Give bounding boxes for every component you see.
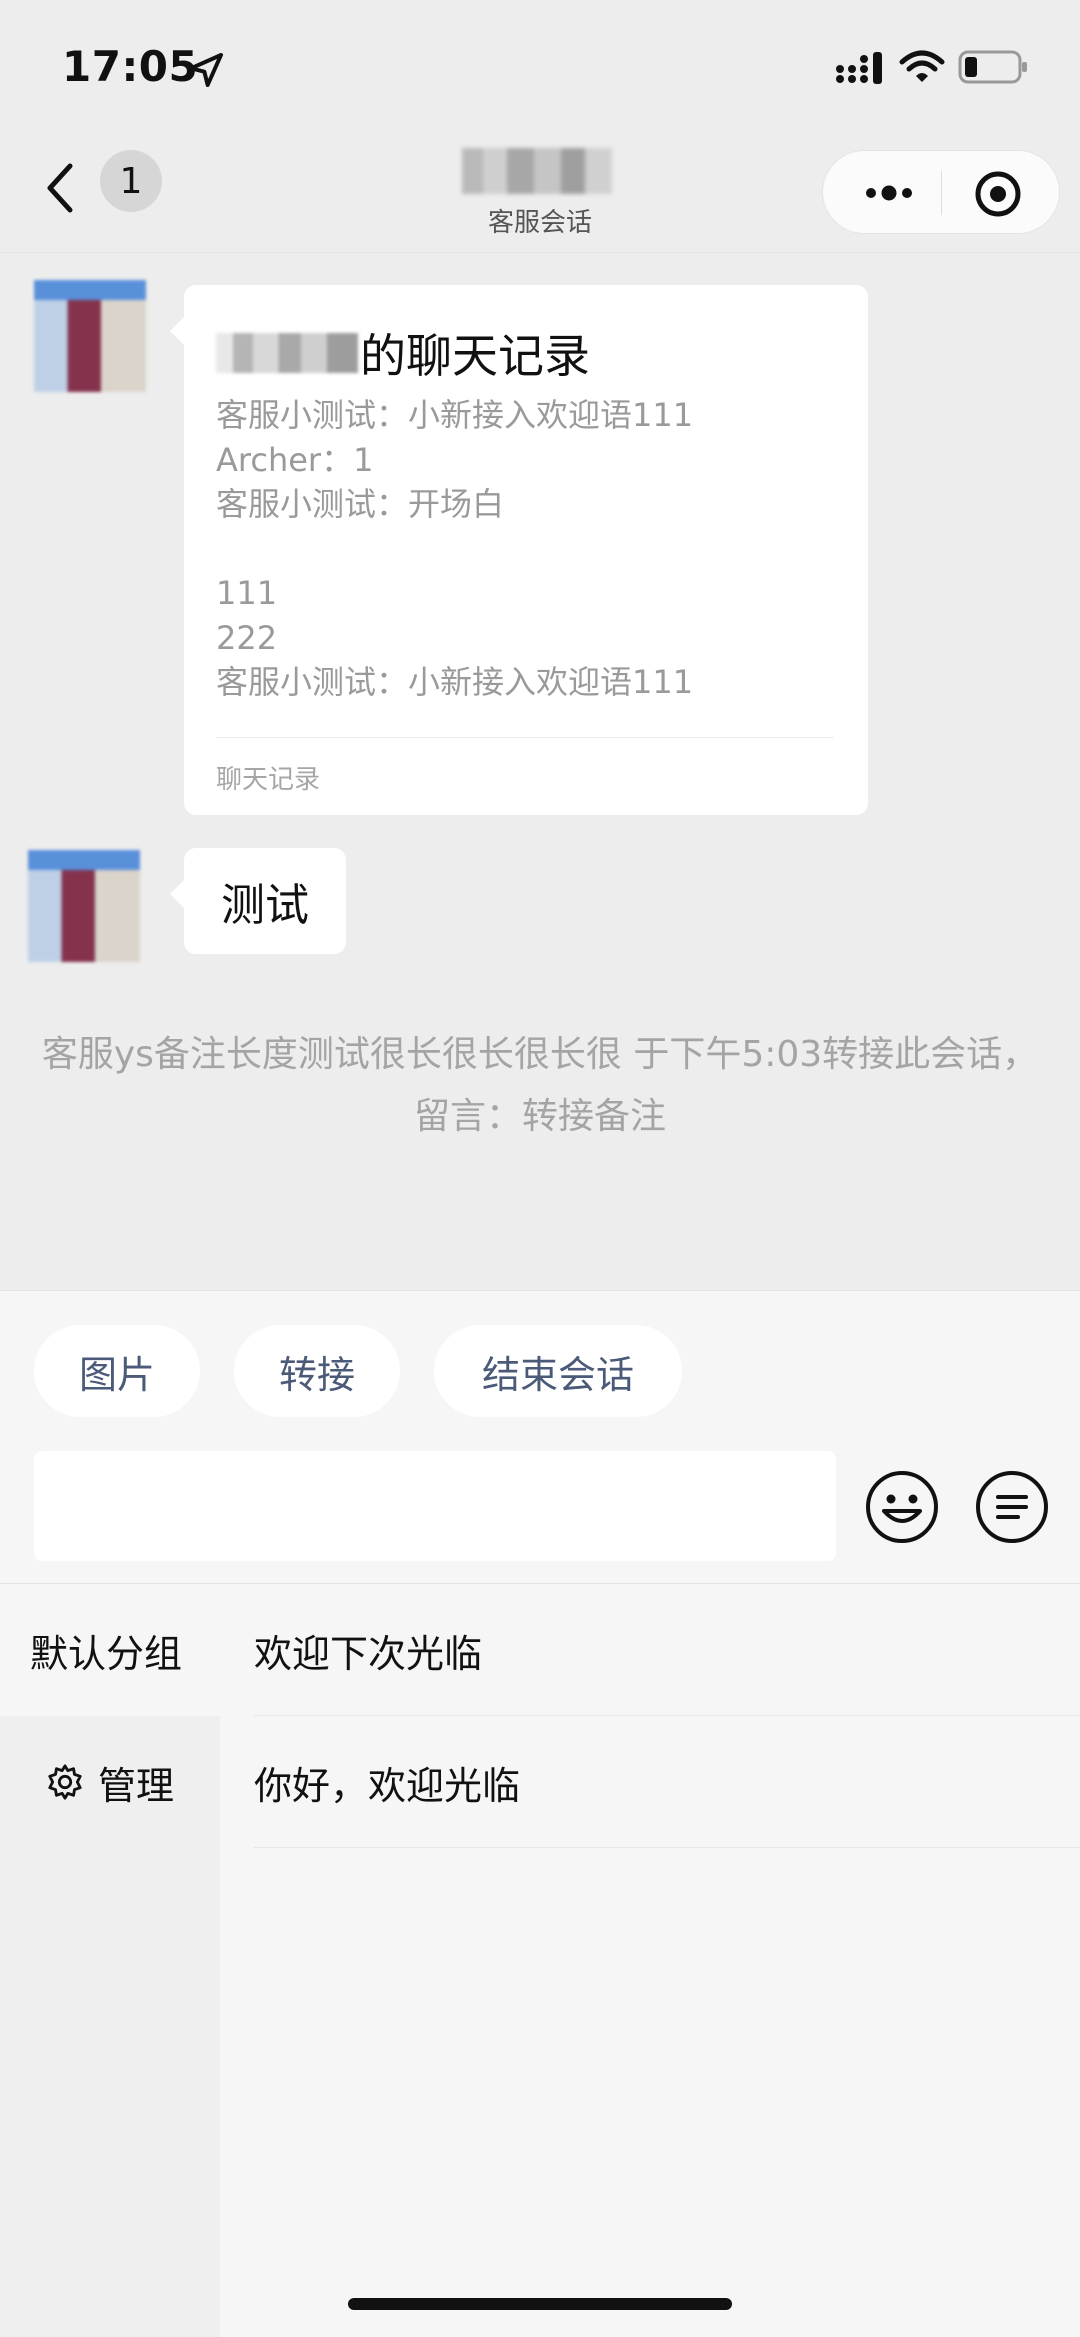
record-title-text: 的聊天记录 [360,329,590,383]
record-card-footer: 聊天记录 [216,765,321,795]
record-card-title: 的聊天记录 [216,323,590,383]
redacted-name [216,333,358,373]
target-circle-icon[interactable] [973,169,1023,219]
avatar[interactable] [28,850,140,962]
home-indicator [348,2298,732,2310]
record-line: 客服小测试：小新接入欢迎语111 [216,663,694,701]
message-input[interactable] [34,1451,836,1561]
end-session-button[interactable]: 结束会话 [434,1325,682,1417]
record-line: 111 [216,574,278,612]
record-line: 客服小测试：开场白 [216,485,505,523]
emoji-smile-icon[interactable] [864,1469,940,1545]
manage-label: 管理 [98,1763,175,1808]
quick-reply-list: 欢迎下次光临 你好，欢迎光临 [220,1584,1080,1848]
record-line: Archer：1 [216,440,374,479]
manage-button[interactable]: 管理 [0,1716,220,1848]
transfer-button[interactable]: 转接 [234,1325,400,1417]
group-default[interactable]: 默认分组 [0,1584,220,1716]
cellular-signal-icon [836,52,882,84]
quick-reply-item[interactable]: 你好，欢迎光临 [220,1716,1080,1848]
message-bubble[interactable]: 测试 [170,848,346,954]
gear-icon [48,1764,82,1800]
status-bar: 17:05 [0,0,1080,130]
system-transfer-note: 客服ys备注长度测试很长很长很长很 于下午5:03转接此会话，留言：转接备注 [41,1034,1039,1137]
chat-record-card[interactable]: 的聊天记录 客服小测试：小新接入欢迎语111 Archer：1 客服小测试：开场… [170,285,868,815]
input-panel: 图片 转接 结束会话 默认分组 管理 欢迎下次光临 你好，欢迎光临 [0,1290,1080,2337]
image-button[interactable]: 图片 [34,1325,200,1417]
record-line: 222 [216,618,278,657]
record-preview-lines: 客服小测试：小新接入欢迎语111 Archer：1 客服小测试：开场白 111 … [216,393,836,705]
quick-reply-item[interactable]: 欢迎下次光临 [220,1584,1080,1716]
wifi-icon [899,50,945,82]
mini-program-capsule [822,150,1060,234]
more-dots-icon[interactable] [859,173,919,213]
record-card-divider [216,737,834,738]
group-sidebar: 默认分组 管理 [0,1584,220,2337]
avatar[interactable] [34,280,146,392]
nav-divider [0,252,1080,253]
record-line [216,527,836,572]
page-title-redacted [462,148,612,194]
quick-reply-menu-icon[interactable] [974,1469,1050,1545]
nav-bar: 1 客服会话 [0,130,1080,252]
record-line: 客服小测试：小新接入欢迎语111 [216,396,694,434]
location-arrow-icon [189,53,223,87]
battery-icon [958,50,1027,84]
status-time: 17:05 [62,42,199,91]
capsule-divider [941,171,942,215]
message-text: 测试 [221,880,309,931]
